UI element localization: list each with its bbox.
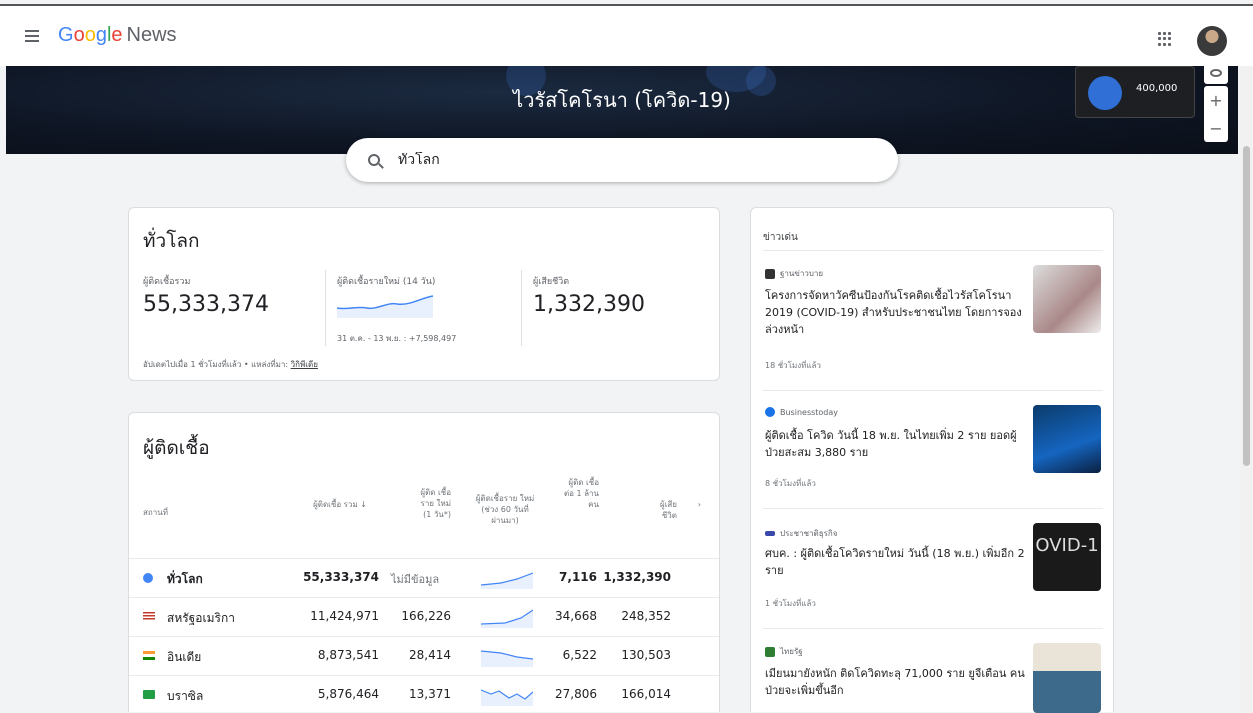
deaths-value: 1,332,390 xyxy=(533,292,645,317)
banner-title: ไวรัสโคโรนา (โควิด-19) xyxy=(513,88,731,112)
deaths-label: ผู้เสียชีวิต xyxy=(533,277,570,287)
legend-value: 400,000 xyxy=(1136,83,1178,94)
column-header-location[interactable]: สถานที่ xyxy=(143,507,203,518)
update-info: อัปเดตไปเมื่อ 1 ชั่วโมงที่แล้ว • แหล่งที… xyxy=(143,360,318,369)
top-app-bar: Google News xyxy=(0,4,1253,66)
main-menu-icon[interactable] xyxy=(20,24,44,48)
publisher-icon xyxy=(765,646,775,657)
google-apps-icon[interactable] xyxy=(1158,32,1172,46)
story-headline[interactable]: ผู้ติดเชื้อ โควิด วันนี้ 18 พ.ย. ในไทยเพ… xyxy=(765,427,1027,461)
story-headline[interactable]: โครงการจัดหาวัคซีนป้องกันโรคติดเชื้อไวรั… xyxy=(765,287,1027,338)
summary-title: ทั่วโลก xyxy=(143,230,200,252)
total-cases-value: 55,333,374 xyxy=(143,292,269,317)
story-time: 1 ชั่วโมงที่แล้ว xyxy=(765,599,816,608)
publisher-icon xyxy=(765,531,775,536)
column-header-new[interactable]: ผู้ติด เชื้อราย ใหม่ (1 วัน*) xyxy=(413,487,451,520)
story-source: ประชาชาติธุรกิจ xyxy=(765,527,837,540)
new-cases-label: ผู้ติดเชื้อรายใหม่ (14 วัน) xyxy=(337,277,436,287)
trend-sparkline xyxy=(481,609,533,628)
india-flag-icon xyxy=(143,651,155,660)
zoom-out-icon[interactable]: − xyxy=(1209,119,1222,138)
news-story[interactable]: ไทยรัฐ เมียนมายังหนัก ติดโควิดทะลุ 71,00… xyxy=(763,628,1103,713)
worldwide-summary-card: ทั่วโลก ผู้ติดเชื้อรวม 55,333,374 ผู้ติด… xyxy=(128,207,720,381)
top-news-heading: ข่าวเด่น xyxy=(763,232,798,243)
google-news-logo[interactable]: Google News xyxy=(58,24,177,47)
total-cases-label: ผู้ติดเชื้อรวม xyxy=(143,277,191,287)
story-source: Businesstoday xyxy=(765,407,838,417)
story-thumbnail[interactable] xyxy=(1033,643,1101,713)
story-thumbnail[interactable] xyxy=(1033,265,1101,333)
new-cases-sparkline xyxy=(337,295,433,318)
table-row[interactable]: บราซิล 5,876,464 13,371 27,806 166,014 xyxy=(129,675,719,713)
location-search-bar xyxy=(346,138,898,182)
legend-circle-icon xyxy=(1088,76,1122,110)
story-thumbnail[interactable] xyxy=(1033,405,1101,473)
trend-sparkline xyxy=(481,572,533,589)
column-header-trend[interactable]: ผู้ติดเชื้อราย ใหม่ (ช่วง 60 วันที่ผ่านม… xyxy=(475,493,535,526)
story-source: ฐานข่าวบาย xyxy=(765,267,823,280)
story-source: ไทยรัฐ xyxy=(765,645,803,658)
sort-arrow-down-icon: ↓ xyxy=(360,500,367,509)
search-input[interactable] xyxy=(398,152,798,168)
divider xyxy=(325,270,326,346)
globe-icon xyxy=(143,573,153,583)
eye-icon xyxy=(1210,69,1222,77)
story-headline[interactable]: ศบค. : ผู้ติดเชื้อโควิดรายใหม่ วันนี้ (1… xyxy=(765,545,1027,579)
publisher-icon xyxy=(765,268,775,279)
column-header-total[interactable]: ผู้ติดเชื้อ รวม ↓ xyxy=(305,499,367,510)
new-cases-range: 31 ต.ค. - 13 พ.ย. : +7,598,497 xyxy=(337,334,457,343)
story-time: 8 ชั่วโมงที่แล้ว xyxy=(765,479,816,488)
zoom-in-icon[interactable]: + xyxy=(1209,91,1222,110)
table-row[interactable]: ทั่วโลก 55,333,374 ไม่มีข้อมูล 7,116 1,3… xyxy=(129,558,719,596)
us-flag-icon xyxy=(143,612,155,621)
column-header-per-million[interactable]: ผู้ติด เชื้อ ต่อ 1 ล้าน คน xyxy=(559,477,599,510)
search-icon[interactable] xyxy=(368,154,380,166)
scroll-right-icon[interactable]: › xyxy=(689,499,701,510)
cases-table-card: ผู้ติดเชื้อ สถานที่ ผู้ติดเชื้อ รวม ↓ ผู… xyxy=(128,412,720,712)
story-time: 18 ชั่วโมงที่แล้ว xyxy=(765,361,821,370)
map-visibility-toggle[interactable] xyxy=(1204,62,1228,84)
top-news-card: ข่าวเด่น ฐานข่าวบาย โครงการจัดหาวัคซีนป้… xyxy=(750,207,1114,713)
account-avatar[interactable] xyxy=(1197,26,1227,56)
news-story[interactable]: ประชาชาติธุรกิจ ศบค. : ผู้ติดเชื้อโควิดร… xyxy=(763,508,1103,628)
table-row[interactable]: อินเดีย 8,873,541 28,414 6,522 130,503 xyxy=(129,636,719,674)
map-zoom-controls: + − xyxy=(1204,86,1228,142)
trend-sparkline xyxy=(481,650,533,667)
column-header-deaths[interactable]: ผู้เสีย ชีวิต xyxy=(649,499,677,521)
trend-sparkline xyxy=(481,689,533,706)
source-link[interactable]: วิกิพีเดีย xyxy=(291,360,318,369)
scrollbar-thumb[interactable] xyxy=(1243,146,1250,466)
page-scrollbar[interactable] xyxy=(1240,66,1253,712)
story-headline[interactable]: เมียนมายังหนัก ติดโควิดทะลุ 71,000 ราย ย… xyxy=(765,665,1027,699)
news-story[interactable]: Businesstoday ผู้ติดเชื้อ โควิด วันนี้ 1… xyxy=(763,390,1103,508)
divider xyxy=(521,270,522,346)
map-legend: 400,000 xyxy=(1075,66,1195,118)
publisher-icon xyxy=(765,407,775,417)
table-row[interactable]: สหรัฐอเมริกา 11,424,971 166,226 34,668 2… xyxy=(129,597,719,635)
brazil-flag-icon xyxy=(143,690,155,699)
cases-title: ผู้ติดเชื้อ xyxy=(143,437,210,459)
news-story[interactable]: ฐานข่าวบาย โครงการจัดหาวัคซีนป้องกันโรคต… xyxy=(763,250,1103,390)
story-thumbnail[interactable]: OVID-1 xyxy=(1033,523,1101,591)
